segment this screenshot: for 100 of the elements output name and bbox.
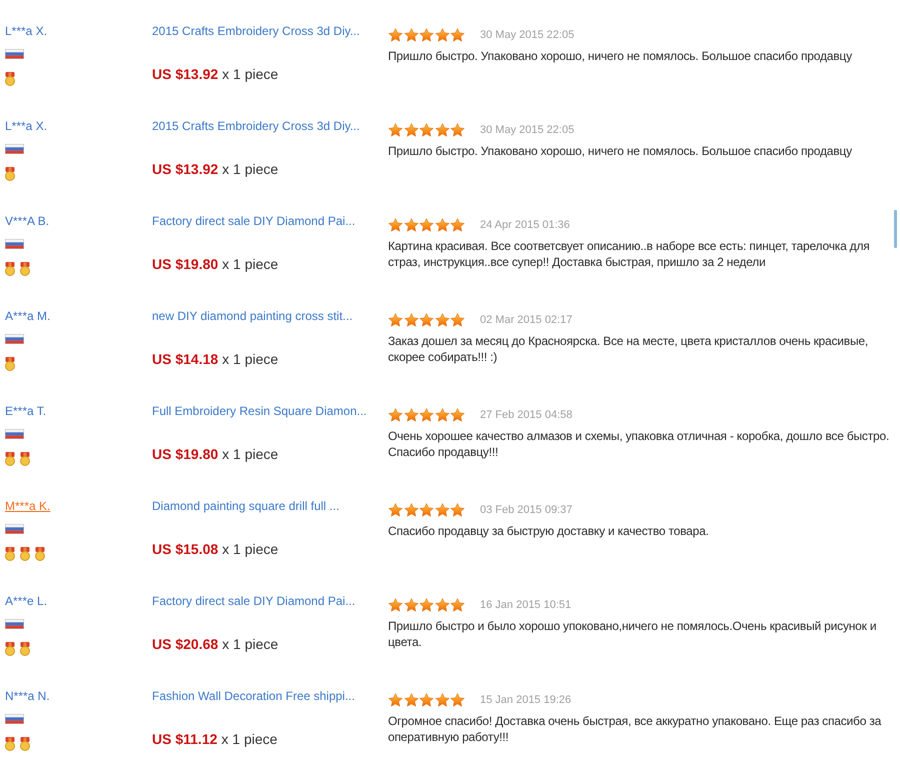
price-text: US $19.80 — [152, 256, 218, 272]
star-icon — [404, 28, 418, 42]
star-icon — [434, 218, 450, 232]
star-icon — [434, 313, 450, 327]
review-text: Пришло быстро. Упаковано хорошо, ничего не помялось. Большое спасибо продавцу — [388, 143, 852, 159]
flag-icon — [5, 334, 24, 344]
medal-icon — [20, 452, 30, 466]
review-text: Заказ дошел за месяц до Красноярска. Все на месте, цвета кристаллов очень красивые, скорее собирать!!! :) — [388, 333, 870, 365]
star-icon — [419, 218, 434, 232]
quantity-text: x 1 piece — [222, 351, 278, 367]
review-date: 03 Feb 2015 09:37 — [480, 504, 572, 516]
star-icon — [419, 598, 434, 612]
medal-icon — [20, 547, 30, 561]
star-icon — [404, 693, 418, 707]
medal-icon — [20, 262, 30, 276]
star-icon — [450, 28, 465, 42]
medal-icon — [35, 547, 45, 561]
price-text: US $14.18 — [152, 351, 218, 367]
star-icon — [388, 28, 403, 42]
medal-icon — [5, 357, 15, 371]
star-icon — [434, 503, 450, 517]
scrollbar-thumb[interactable] — [894, 210, 897, 248]
star-icon — [388, 218, 403, 232]
review-date: 02 Mar 2015 02:17 — [480, 314, 572, 326]
star-icon — [434, 123, 450, 137]
star-icon — [388, 123, 403, 137]
flag-icon — [5, 619, 24, 629]
flag-icon — [5, 239, 24, 249]
review-date: 27 Feb 2015 04:58 — [480, 408, 572, 422]
star-icon — [419, 408, 434, 422]
medal-icon — [5, 452, 15, 466]
flag-icon — [5, 144, 24, 154]
medal-icon — [5, 72, 15, 86]
buyer-name-link[interactable]: N***a N. — [5, 689, 50, 703]
review-text: Огромное спасибо! Доставка очень быстрая, все аккуратно упаковано. Еще раз спасибо за оперативную работу!!! — [388, 713, 882, 745]
star-icon — [388, 408, 403, 422]
star-icon — [404, 313, 418, 327]
price-text: US $19.80 — [152, 446, 218, 462]
star-icon — [450, 598, 465, 612]
flag-icon — [5, 524, 24, 534]
price-text: US $15.08 — [152, 541, 218, 557]
star-icon — [404, 503, 418, 517]
review-text: Пришло быстро и было хорошо упоковано,ничего не помялось.Очень красивый рисунок и цвета. — [388, 618, 878, 650]
star-icon — [404, 218, 418, 232]
price-text: US $13.92 — [152, 66, 218, 82]
star-icon — [388, 693, 403, 707]
review-text: Очень хорошее качество алмазов и схемы, упаковка отличная - коробка, дошло все быстро. Спасибо продавцу!!! — [388, 428, 890, 460]
quantity-text: x 1 piece — [222, 66, 278, 82]
buyer-name-link[interactable]: A***a M. — [5, 309, 50, 323]
price-text: US $20.68 — [152, 636, 218, 652]
flag-icon — [5, 714, 24, 724]
star-icon — [404, 598, 418, 612]
review-text: Картина красивая. Все соответсвует описанию..в наборе все есть: пинцет, тарелочка для страз, инструкция..все супер!! Доставка быстрая, пришло за 2 недели — [388, 238, 871, 270]
price-text: US $11.12 — [152, 731, 218, 747]
product-title-link[interactable]: Full Embroidery Resin Square Diamon... — [152, 404, 367, 418]
medal-icon — [5, 547, 15, 561]
quantity-text: x 1 piece — [221, 731, 278, 747]
medal-icon — [20, 642, 30, 656]
review-date: 30 May 2015 22:05 — [480, 124, 574, 136]
medal-icon — [5, 262, 15, 276]
buyer-name-link[interactable]: L***a X. — [5, 119, 48, 133]
medal-icon — [5, 737, 15, 751]
quantity-text: x 1 piece — [222, 541, 278, 557]
star-icon — [450, 503, 465, 517]
flag-icon — [5, 49, 24, 59]
star-icon — [450, 218, 465, 232]
star-icon — [419, 28, 434, 42]
price-text: US $13.92 — [152, 161, 218, 177]
quantity-text: x 1 piece — [222, 636, 278, 652]
review-date: 15 Jan 2015 19:26 — [480, 694, 572, 706]
star-icon — [450, 693, 465, 707]
star-icon — [419, 503, 434, 517]
star-icon — [450, 313, 465, 327]
buyer-name-link[interactable]: V***A B. — [5, 214, 50, 228]
product-title-link[interactable]: Fashion Wall Decoration Free shippi... — [152, 689, 355, 703]
product-title-link[interactable]: 2015 Crafts Embroidery Cross 3d Diy... — [152, 119, 360, 133]
star-icon — [388, 313, 403, 327]
star-icon — [388, 503, 403, 517]
buyer-name-link[interactable]: A***e L. — [5, 594, 48, 608]
star-icon — [404, 123, 418, 137]
buyer-name-link[interactable]: L***a X. — [5, 24, 48, 38]
product-title-link[interactable]: Factory direct sale DIY Diamond Pai... — [152, 594, 356, 608]
medal-icon — [5, 642, 15, 656]
product-title-link[interactable]: new DIY diamond painting cross stit... — [152, 309, 353, 323]
product-title-link[interactable]: 2015 Crafts Embroidery Cross 3d Diy... — [152, 24, 360, 38]
product-title-link[interactable]: Factory direct sale DIY Diamond Pai... — [152, 214, 356, 228]
quantity-text: x 1 piece — [222, 256, 278, 272]
medal-icon — [20, 737, 30, 751]
buyer-name-link[interactable]: M***a K. — [5, 499, 50, 513]
star-icon — [419, 123, 434, 137]
star-icon — [404, 408, 418, 422]
quantity-text: x 1 piece — [222, 446, 278, 462]
star-icon — [434, 693, 450, 707]
star-icon — [388, 598, 403, 612]
buyer-name-link[interactable]: E***a T. — [5, 404, 46, 418]
star-icon — [450, 123, 465, 137]
review-text: Пришло быстро. Упаковано хорошо, ничего не помялось. Большое спасибо продавцу — [388, 48, 852, 64]
review-date: 24 Apr 2015 01:36 — [480, 218, 570, 232]
product-title-link[interactable]: Diamond painting square drill full ... — [152, 499, 340, 513]
flag-icon — [5, 429, 24, 439]
